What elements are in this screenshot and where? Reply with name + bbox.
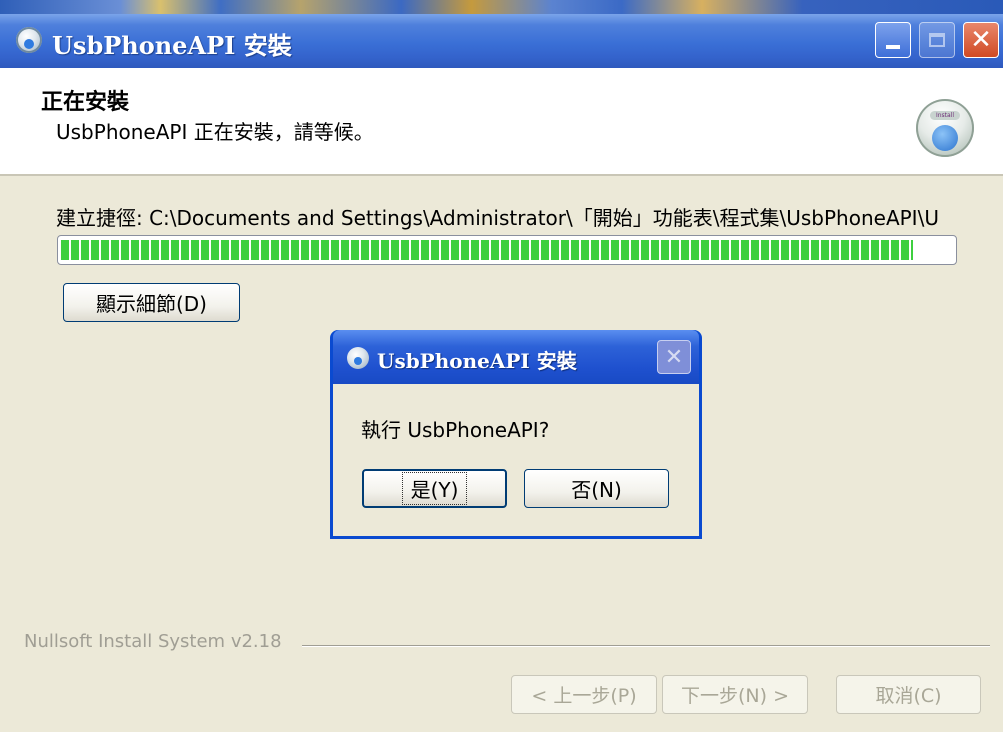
- yes-button-label: 是(Y): [401, 472, 468, 505]
- header-panel: 正在安裝 UsbPhoneAPI 正在安裝，請等候。 Install: [0, 68, 1003, 176]
- confirm-dialog: UsbPhoneAPI 安裝 ✕ 執行 UsbPhoneAPI? 是(Y) 否(…: [330, 330, 702, 539]
- close-icon: ✕: [664, 344, 684, 370]
- dialog-app-icon: [347, 347, 369, 369]
- dialog-close-button[interactable]: ✕: [657, 340, 691, 374]
- dialog-title: UsbPhoneAPI 安裝: [377, 349, 577, 373]
- show-details-button[interactable]: 顯示細節(D): [63, 283, 240, 322]
- no-button[interactable]: 否(N): [524, 469, 669, 508]
- dialog-title-bar[interactable]: UsbPhoneAPI 安裝 ✕: [333, 330, 699, 384]
- window-title: UsbPhoneAPI 安裝: [52, 31, 292, 60]
- cancel-button[interactable]: 取消(C): [836, 675, 981, 714]
- dialog-message: 執行 UsbPhoneAPI?: [361, 418, 550, 442]
- page-subtitle: UsbPhoneAPI 正在安裝，請等候。: [56, 120, 374, 144]
- next-button[interactable]: 下一步(N) >: [662, 675, 808, 714]
- minimize-button[interactable]: [875, 22, 911, 58]
- back-button[interactable]: < 上一步(P): [511, 675, 657, 714]
- install-cd-icon: Install: [916, 99, 974, 157]
- minimize-icon: [886, 45, 900, 49]
- yes-button[interactable]: 是(Y): [362, 469, 507, 508]
- page-title: 正在安裝: [41, 90, 130, 115]
- download-arrow-icon: [932, 125, 958, 151]
- close-button[interactable]: ✕: [963, 22, 999, 58]
- close-icon: ✕: [970, 25, 992, 55]
- status-text: 建立捷徑: C:\Documents and Settings\Administ…: [56, 206, 939, 230]
- background-strip: [0, 0, 1003, 14]
- progress-fill: [61, 240, 913, 260]
- progress-bar: [57, 235, 957, 265]
- dialog-body: 執行 UsbPhoneAPI? 是(Y) 否(N): [333, 384, 699, 536]
- footer-divider: [302, 645, 990, 647]
- install-label: Install: [930, 111, 960, 120]
- branding-text: Nullsoft Install System v2.18: [24, 631, 282, 652]
- maximize-button[interactable]: [919, 22, 955, 58]
- title-bar[interactable]: UsbPhoneAPI 安裝 ✕: [0, 14, 1003, 68]
- maximize-icon: [929, 33, 945, 47]
- installer-app-icon: [16, 27, 42, 53]
